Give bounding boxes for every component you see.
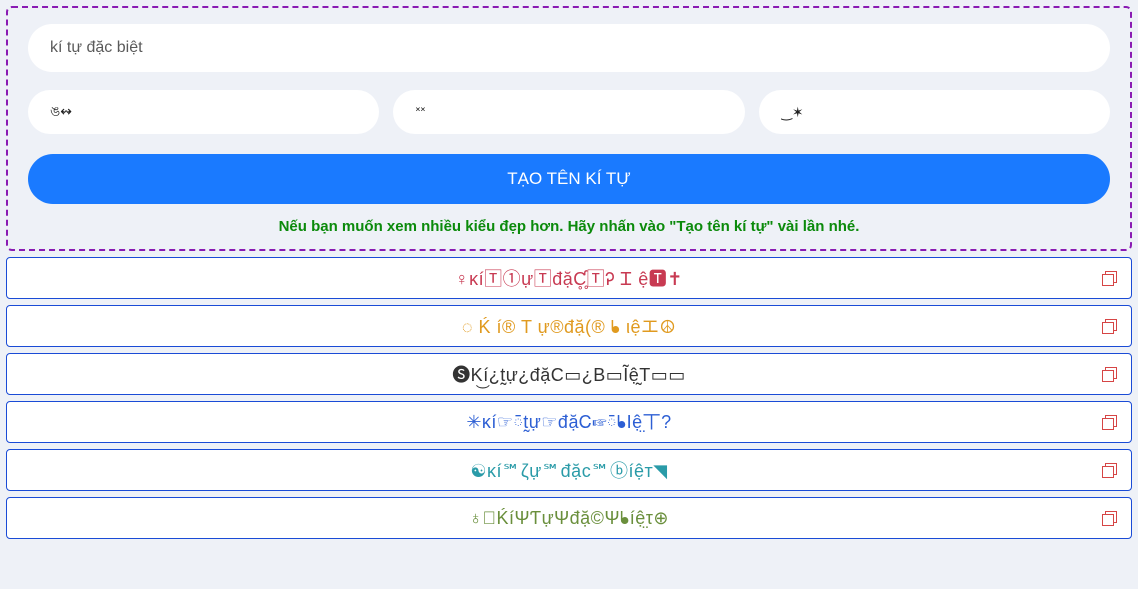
result-item[interactable]: ♀ᴋí🅃①ự🅃đặƇ̥̥🅃Ꭾ Ꮖ ệ🆃✝ [6, 257, 1132, 299]
generate-button[interactable]: TẠO TÊN KÍ TỰ [28, 154, 1110, 204]
result-text: 🅢K͜í¿t̰ự¿đặC▭¿B▭Ĩệ̰T▭▭ [452, 361, 686, 387]
result-text: ♁ᰳḰíΨƬựΨđặ©Ψᖲíệ̤τ⊕ [469, 508, 669, 529]
decor-input-right[interactable] [759, 90, 1110, 134]
result-item[interactable]: ☯ᴋí℠ζự℠đặᴄ℠ⓑíệᴛ◥ [6, 449, 1132, 491]
decor-input-left[interactable] [28, 90, 379, 134]
hint-text: Nếu bạn muốn xem nhiều kiểu đẹp hơn. Hãy… [28, 218, 1110, 235]
copy-icon[interactable] [1103, 271, 1117, 285]
results-list[interactable]: ♀ᴋí🅃①ự🅃đặƇ̥̥🅃Ꭾ Ꮖ ệ🆃✝ ◌ Ḱ í® T ự®đặ(® ᖲ ιệ… [6, 257, 1132, 550]
result-text: ☯ᴋí℠ζự℠đặᴄ℠ⓑíệᴛ◥ [470, 457, 667, 483]
result-text: ♀ᴋí🅃①ự🅃đặƇ̥̥🅃Ꭾ Ꮖ ệ🆃✝ [455, 265, 683, 291]
result-text: ◌ Ḱ í® T ự®đặ(® ᖲ ιệエ☮ [462, 313, 676, 339]
copy-icon[interactable] [1103, 463, 1117, 477]
decoration-row [28, 90, 1110, 134]
copy-icon[interactable] [1103, 415, 1117, 429]
result-item[interactable]: ♁ᰳḰíΨƬựΨđặ©Ψᖲíệ̤τ⊕ [6, 497, 1132, 539]
result-item[interactable]: ✳ᴋí☞ᰳt̰ự☞đặᏟ☞ᰳᖲIệ̤丅? [6, 401, 1132, 443]
copy-icon[interactable] [1103, 319, 1117, 333]
result-item[interactable]: ◌ Ḱ í® T ự®đặ(® ᖲ ιệエ☮ [6, 305, 1132, 347]
copy-icon[interactable] [1103, 367, 1117, 381]
main-text-input[interactable] [28, 24, 1110, 72]
result-item[interactable]: 🅢K͜í¿t̰ự¿đặC▭¿B▭Ĩệ̰T▭▭ [6, 353, 1132, 395]
copy-icon[interactable] [1103, 511, 1117, 525]
decor-input-middle[interactable] [393, 90, 744, 134]
result-text: ✳ᴋí☞ᰳt̰ự☞đặᏟ☞ᰳᖲIệ̤丅? [466, 408, 671, 437]
generator-form: TẠO TÊN KÍ TỰ Nếu bạn muốn xem nhiều kiể… [6, 6, 1132, 251]
